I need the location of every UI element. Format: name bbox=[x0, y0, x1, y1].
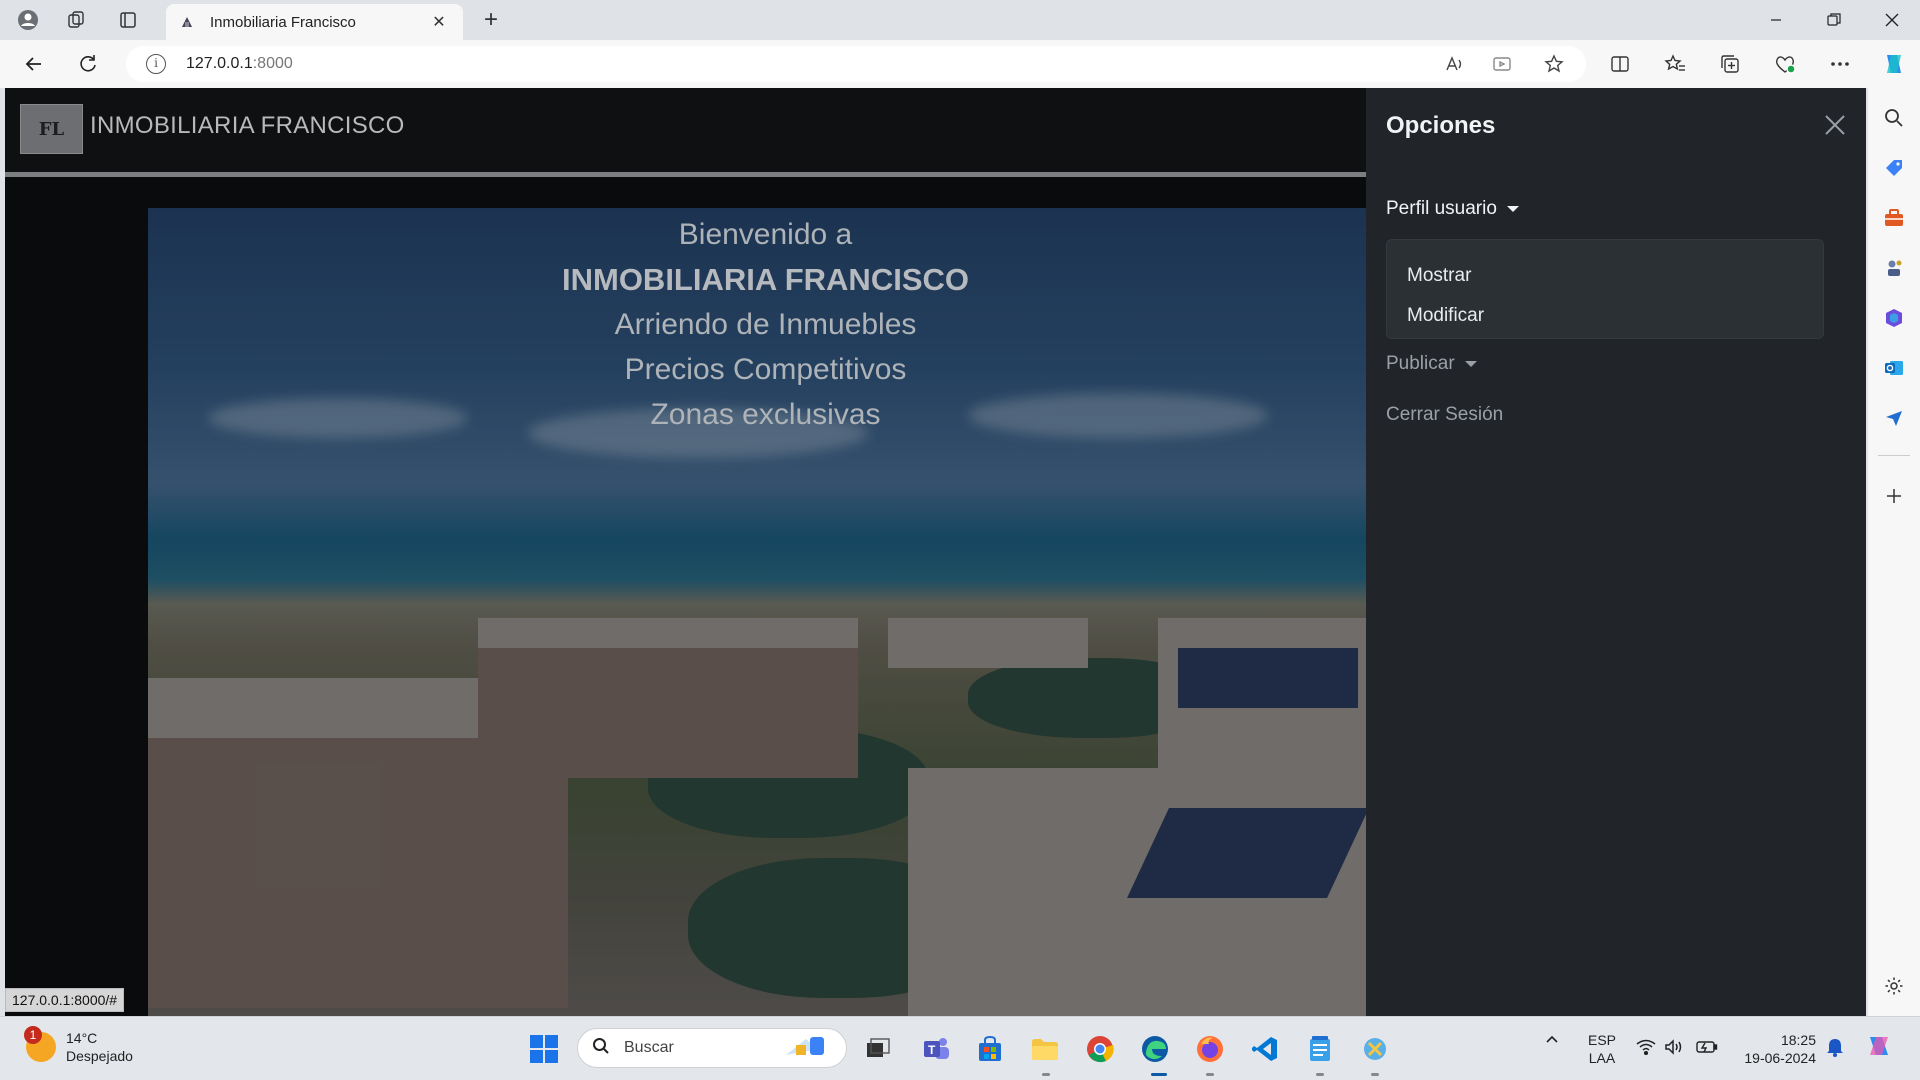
microsoft-store-icon[interactable] bbox=[972, 1031, 1008, 1067]
task-view-icon[interactable] bbox=[860, 1031, 896, 1067]
hero-tagline-2: Precios Competitivos bbox=[624, 353, 907, 386]
url-host: 127.0.0.1 bbox=[186, 55, 253, 72]
battery-icon[interactable] bbox=[1696, 1039, 1718, 1058]
edge-icon[interactable] bbox=[1137, 1031, 1173, 1067]
windows-taskbar: 1 14°C Despejado Buscar T ESP LAA 18:25 … bbox=[0, 1016, 1920, 1080]
taskbar-search[interactable]: Buscar bbox=[577, 1028, 847, 1068]
games-icon[interactable] bbox=[1878, 252, 1910, 284]
hero-banner: Bienvenido a INMOBILIARIA FRANCISCO Arri… bbox=[148, 208, 1383, 1016]
keyboard-layout: LAA bbox=[1588, 1050, 1616, 1066]
browser-tab-strip: Inmobiliaria Francisco ✕ + bbox=[0, 0, 1920, 40]
publicar-dropdown[interactable]: Publicar bbox=[1386, 353, 1477, 375]
copilot-taskbar-icon[interactable] bbox=[1864, 1033, 1894, 1064]
split-screen-icon[interactable] bbox=[1600, 48, 1640, 80]
status-bar-url: 127.0.0.1:8000/# bbox=[5, 988, 125, 1012]
perfil-dropdown-menu: Mostrar Modificar bbox=[1386, 239, 1824, 339]
gear-icon[interactable] bbox=[1878, 970, 1910, 1002]
search-icon bbox=[592, 1037, 610, 1060]
perfil-usuario-label: Perfil usuario bbox=[1386, 198, 1497, 219]
browser-essentials-icon[interactable] bbox=[1765, 48, 1805, 80]
minimize-icon[interactable] bbox=[1748, 0, 1804, 40]
hero-company: INMOBILIARIA FRANCISCO bbox=[562, 262, 969, 297]
url-port: :8000 bbox=[252, 55, 293, 72]
publicar-label: Publicar bbox=[1386, 353, 1455, 374]
site-info-icon[interactable]: i bbox=[146, 54, 166, 74]
refresh-icon[interactable] bbox=[70, 48, 106, 80]
search-placeholder: Buscar bbox=[624, 1039, 674, 1056]
logo-text: FL bbox=[38, 118, 65, 140]
address-bar[interactable]: i 127.0.0.1:8000 bbox=[126, 46, 1586, 82]
temperature: 14°C bbox=[66, 1030, 98, 1046]
search-highlight-icon bbox=[782, 1031, 838, 1066]
dropdown-item-modificar[interactable]: Modificar bbox=[1387, 296, 1823, 336]
offcanvas-close-icon[interactable] bbox=[1818, 108, 1852, 142]
hero-tagline-3: Zonas exclusivas bbox=[650, 398, 881, 431]
more-options-icon[interactable] bbox=[1820, 48, 1860, 80]
language-code: ESP bbox=[1588, 1032, 1617, 1048]
edge-sidebar bbox=[1868, 88, 1920, 1016]
clock-date: 19-06-2024 bbox=[1744, 1050, 1816, 1066]
firefox-icon[interactable] bbox=[1192, 1031, 1228, 1067]
outlook-icon[interactable] bbox=[1878, 352, 1910, 384]
sidebar-divider bbox=[1878, 455, 1910, 456]
caret-down-icon bbox=[1464, 360, 1477, 367]
file-explorer-icon[interactable] bbox=[1027, 1031, 1063, 1067]
caret-down-icon bbox=[1506, 205, 1519, 212]
shopping-tag-icon[interactable] bbox=[1878, 152, 1910, 184]
site-logo[interactable]: FL bbox=[20, 104, 83, 154]
read-aloud-icon[interactable] bbox=[1438, 48, 1470, 80]
immersive-reader-icon[interactable] bbox=[1486, 48, 1518, 80]
hero-welcome: Bienvenido a bbox=[678, 218, 853, 251]
language-indicator[interactable]: ESP LAA bbox=[1588, 1031, 1616, 1067]
site-brand[interactable]: INMOBILIARIA FRANCISCO bbox=[90, 112, 405, 140]
notepad-icon[interactable] bbox=[1302, 1031, 1338, 1067]
volume-icon[interactable] bbox=[1664, 1039, 1684, 1058]
teams-icon[interactable]: T bbox=[918, 1031, 954, 1067]
chrome-icon[interactable] bbox=[1082, 1031, 1118, 1067]
close-window-icon[interactable] bbox=[1864, 0, 1920, 40]
weather-sun-icon: 1 bbox=[24, 1026, 56, 1062]
svg-text:T: T bbox=[928, 1043, 936, 1057]
tab-title: Inmobiliaria Francisco bbox=[210, 13, 356, 31]
profile-icon[interactable] bbox=[8, 4, 48, 36]
restore-icon[interactable] bbox=[1806, 0, 1862, 40]
hero-text: Bienvenido a INMOBILIARIA FRANCISCO Arri… bbox=[148, 212, 1383, 437]
favorite-star-icon[interactable] bbox=[1538, 48, 1570, 80]
dropdown-item-mostrar[interactable]: Mostrar bbox=[1387, 256, 1823, 296]
app-icon[interactable] bbox=[1357, 1031, 1393, 1067]
tab-actions-icon[interactable] bbox=[108, 4, 148, 36]
send-icon[interactable] bbox=[1878, 402, 1910, 434]
wifi-icon[interactable] bbox=[1636, 1039, 1656, 1058]
cerrar-sesion-link[interactable]: Cerrar Sesión bbox=[1386, 404, 1503, 426]
tab-close-icon[interactable]: ✕ bbox=[427, 12, 451, 32]
offcanvas-menu: Opciones Perfil usuario Mostrar Modifica… bbox=[1366, 88, 1866, 1016]
notification-badge: 1 bbox=[24, 1026, 42, 1044]
collections-icon[interactable] bbox=[1710, 48, 1750, 80]
vscode-icon[interactable] bbox=[1247, 1031, 1283, 1067]
back-arrow-icon[interactable] bbox=[16, 48, 52, 80]
clock-time: 18:25 bbox=[1780, 1032, 1816, 1048]
copilot-icon[interactable] bbox=[1874, 48, 1914, 80]
active-tab[interactable]: Inmobiliaria Francisco ✕ bbox=[166, 4, 463, 40]
hero-tagline-1: Arriendo de Inmuebles bbox=[614, 308, 917, 341]
windows-start-icon[interactable] bbox=[526, 1031, 562, 1067]
new-tab-button[interactable]: + bbox=[474, 4, 508, 36]
search-icon[interactable] bbox=[1878, 102, 1910, 134]
site-favicon-icon bbox=[178, 13, 196, 31]
workspaces-icon[interactable] bbox=[56, 4, 96, 36]
weather-widget[interactable]: 1 14°C Despejado bbox=[24, 1026, 133, 1065]
browser-toolbar: i 127.0.0.1:8000 bbox=[0, 40, 1920, 88]
weather-condition: Despejado bbox=[66, 1048, 133, 1064]
show-hidden-icons[interactable] bbox=[1544, 1031, 1560, 1050]
add-icon[interactable] bbox=[1878, 480, 1910, 512]
perfil-usuario-dropdown[interactable]: Perfil usuario bbox=[1386, 198, 1519, 220]
system-clock[interactable]: 18:25 19-06-2024 bbox=[1720, 1031, 1816, 1067]
toolbox-icon[interactable] bbox=[1878, 202, 1910, 234]
microsoft-365-icon[interactable] bbox=[1878, 302, 1910, 334]
favorites-icon[interactable] bbox=[1655, 48, 1695, 80]
notification-bell-icon[interactable] bbox=[1826, 1037, 1844, 1060]
offcanvas-title: Opciones bbox=[1386, 112, 1496, 139]
